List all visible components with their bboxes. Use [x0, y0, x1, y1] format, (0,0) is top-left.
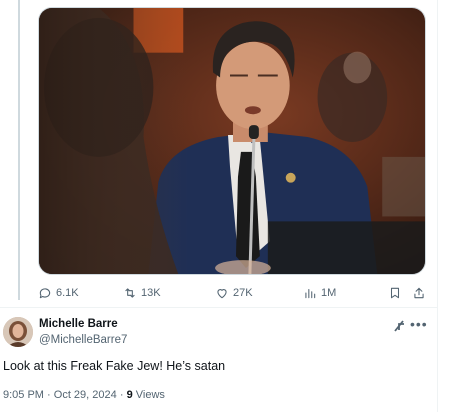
repost-icon	[125, 288, 135, 298]
share-button[interactable]	[412, 284, 426, 302]
author-display-name[interactable]: Michelle Barre	[39, 318, 118, 330]
avatar-image	[3, 317, 33, 347]
photo-congressman-microphone	[39, 8, 425, 274]
tweet-author-row: Michelle Barre @MichelleBarre7 •••	[0, 314, 437, 354]
views-count: 1M	[321, 287, 337, 299]
repost-button[interactable]: 13K	[123, 284, 161, 302]
reply-button[interactable]: 6.1K	[38, 284, 79, 302]
like-count: 27K	[233, 287, 253, 299]
views-label: Views	[135, 389, 165, 401]
views-number: 9	[126, 389, 133, 401]
tweet-media-image[interactable]	[38, 7, 426, 275]
heart-icon	[217, 289, 227, 299]
author-handle[interactable]: @MichelleBarre7	[39, 334, 127, 346]
divider	[0, 307, 438, 308]
share-icon	[414, 287, 424, 299]
avatar[interactable]	[3, 317, 33, 347]
tweet-text: Look at this Freak Fake Jew! He’s satan	[3, 359, 226, 373]
meta-separator: ·	[119, 389, 124, 401]
tweet-actions-bar: 6.1K 13K 27K 1M	[38, 284, 430, 302]
tweet-date[interactable]: Oct 29, 2024	[54, 389, 117, 401]
more-icon[interactable]: •••	[410, 316, 428, 332]
reply-icon	[39, 288, 51, 299]
tweet-meta: 9:05 PM · Oct 29, 2024 · 9 Views	[3, 389, 165, 401]
repost-count: 13K	[141, 287, 161, 299]
bookmark-icon	[390, 287, 400, 299]
bar-chart-icon	[305, 288, 316, 299]
like-button[interactable]: 27K	[215, 284, 253, 302]
bookmark-button[interactable]	[388, 284, 402, 302]
views-button[interactable]: 1M	[303, 284, 336, 302]
tweet-time[interactable]: 9:05 PM	[3, 389, 44, 401]
thread-line	[18, 0, 20, 300]
meta-separator: ·	[47, 389, 51, 401]
reply-count: 6.1K	[56, 287, 79, 299]
column-border	[437, 0, 438, 412]
grok-icon[interactable]	[392, 318, 408, 334]
